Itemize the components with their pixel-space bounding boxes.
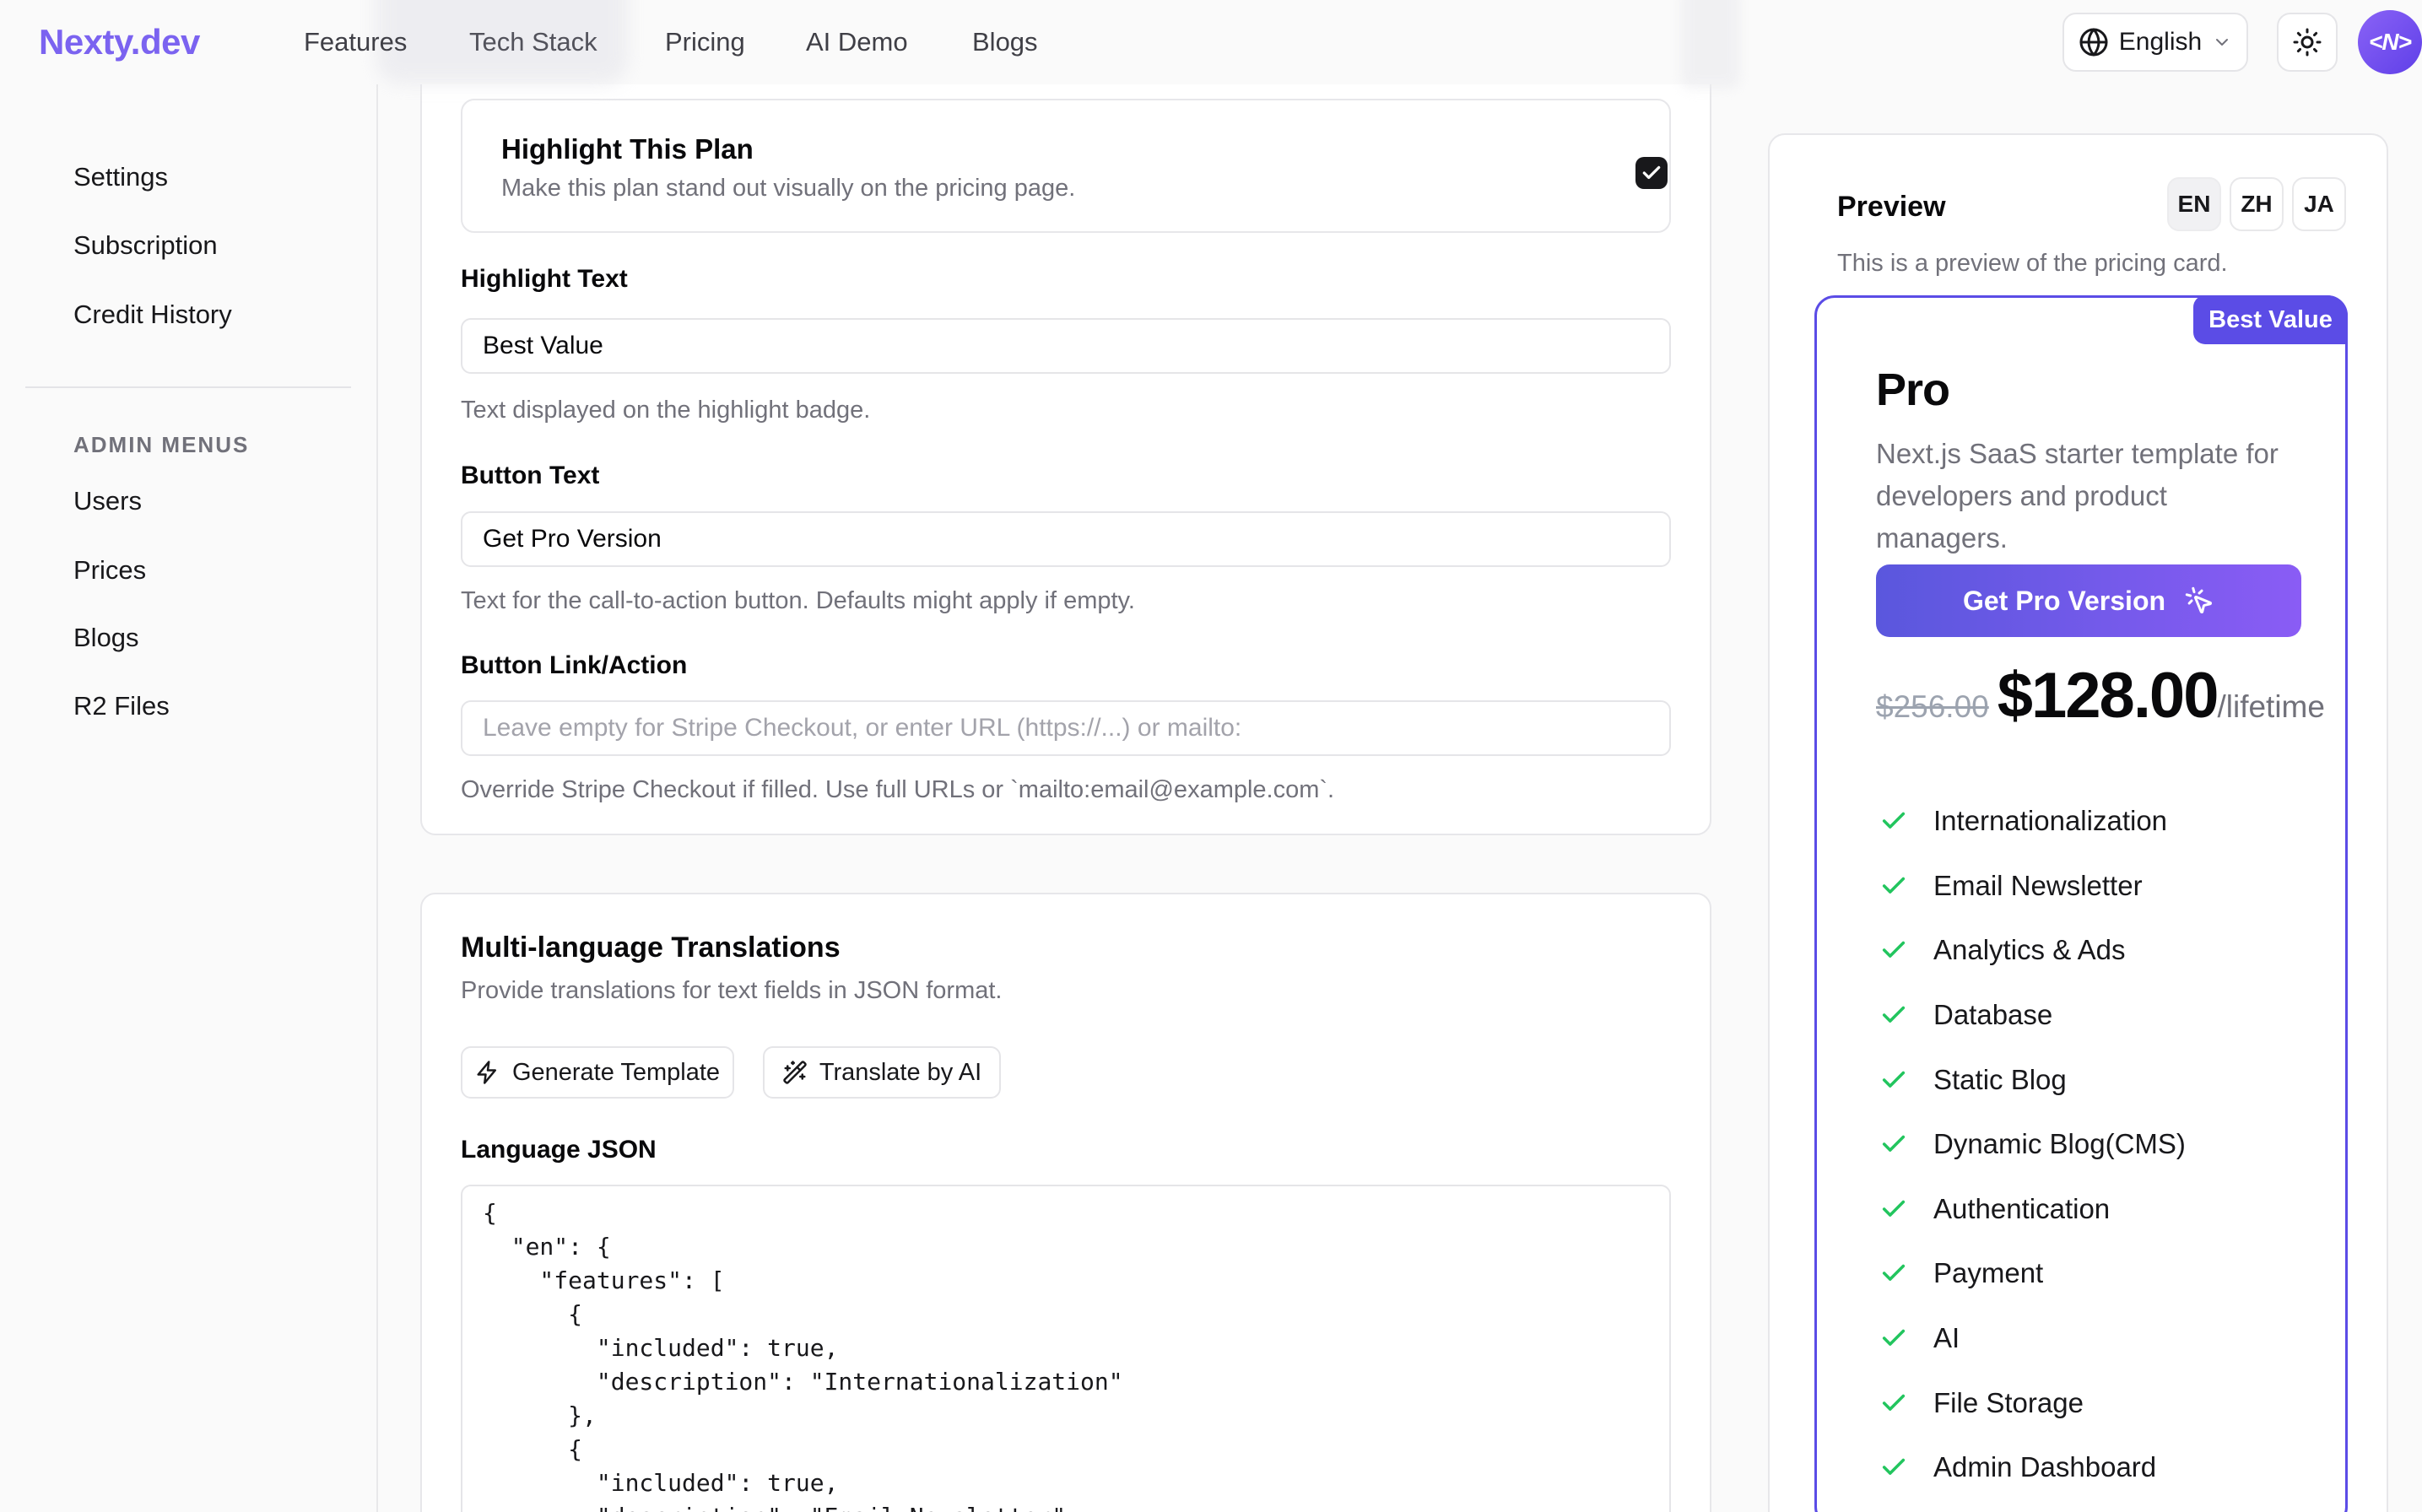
highlight-plan-title: Highlight This Plan	[501, 133, 754, 165]
feature-item: Email Newsletter	[1817, 854, 2350, 919]
sidebar-item-credit-history[interactable]: Credit History	[73, 300, 232, 330]
wand-sparkles-icon	[782, 1060, 808, 1085]
sun-icon	[2292, 27, 2322, 57]
button-link-helper: Override Stripe Checkout if filled. Use …	[461, 776, 1334, 804]
sidebar-item-blogs[interactable]: Blogs	[73, 623, 139, 653]
sidebar-item-prices[interactable]: Prices	[73, 555, 146, 586]
preview-subtitle: This is a preview of the pricing card.	[1837, 250, 2228, 278]
translations-title: Multi-language Translations	[461, 932, 841, 964]
check-icon	[1879, 1130, 1908, 1158]
current-price: $128.00	[1998, 659, 2218, 732]
feature-item: Admin Dashboard	[1817, 1435, 2350, 1500]
sidebar-item-r2-files[interactable]: R2 Files	[73, 691, 170, 721]
sidebar-section-divider	[25, 386, 351, 388]
sidebar-divider	[376, 84, 378, 1512]
cta-label: Get Pro Version	[1963, 586, 2165, 617]
preview-panel: Preview EN ZH JA This is a preview of th…	[1768, 133, 2388, 1512]
price-row: $256.00 $128.00 /lifetime	[1876, 659, 2325, 732]
plan-name: Pro	[1876, 364, 1949, 416]
feature-item: Internationalization	[1817, 789, 2350, 854]
check-icon	[1879, 872, 1908, 900]
button-text-helper: Text for the call-to-action button. Defa…	[461, 587, 1135, 615]
language-json-textarea[interactable]: { "en": { "features": [ { "included": tr…	[461, 1185, 1671, 1512]
feature-item: File Storage	[1817, 1370, 2350, 1435]
highlight-text-helper: Text displayed on the highlight badge.	[461, 397, 870, 424]
sidebar-item-users[interactable]: Users	[73, 486, 142, 516]
app-logo[interactable]: Nexty.dev	[39, 22, 200, 62]
button-text-input[interactable]	[461, 511, 1671, 567]
translate-by-ai-button[interactable]: Translate by AI	[763, 1046, 1001, 1099]
avatar-initials: <N>	[2369, 29, 2411, 56]
nav-item-pricing[interactable]: Pricing	[665, 27, 745, 57]
highlight-plan-description: Make this plan stand out visually on the…	[501, 175, 1075, 202]
scroll-backdrop	[1681, 0, 1740, 89]
check-icon	[1641, 162, 1662, 184]
feature-item: Dynamic Blog(CMS)	[1817, 1112, 2350, 1177]
feature-item: Static Blog	[1817, 1047, 2350, 1112]
preview-lang-zh[interactable]: ZH	[2230, 177, 2284, 231]
language-selector[interactable]: English	[2062, 13, 2248, 72]
highlight-plan-checkbox[interactable]	[1635, 157, 1668, 189]
check-icon	[1879, 1195, 1908, 1223]
nav-item-tech-stack[interactable]: Tech Stack	[469, 27, 597, 57]
nav-item-features[interactable]: Features	[304, 27, 407, 57]
translations-subtitle: Provide translations for text fields in …	[461, 977, 1002, 1005]
check-icon	[1879, 936, 1908, 964]
feature-item: Authentication	[1817, 1177, 2350, 1242]
original-price: $256.00	[1876, 689, 1989, 725]
price-suffix: /lifetime	[2217, 689, 2324, 725]
globe-icon	[2079, 27, 2109, 57]
language-label: English	[2119, 28, 2202, 57]
feature-item: Database	[1817, 983, 2350, 1048]
check-icon	[1879, 807, 1908, 835]
user-avatar[interactable]: <N>	[2358, 10, 2422, 74]
feature-item: Lifetime license	[1817, 1500, 2350, 1512]
check-icon	[1879, 1259, 1908, 1288]
preview-title: Preview	[1837, 191, 1946, 224]
generate-template-button[interactable]: Generate Template	[461, 1046, 734, 1099]
plan-description: Next.js SaaS starter template for develo…	[1876, 433, 2298, 559]
highlight-plan-row	[461, 99, 1671, 233]
check-icon	[1879, 1453, 1908, 1482]
pricing-card-preview: Best Value Pro Next.js SaaS starter temp…	[1814, 295, 2348, 1512]
lightning-icon	[475, 1060, 500, 1085]
translate-by-ai-label: Translate by AI	[819, 1059, 981, 1087]
cursor-click-icon	[2184, 586, 2214, 616]
check-icon	[1879, 1066, 1908, 1094]
button-text-label: Button Text	[461, 462, 599, 490]
check-icon	[1879, 1389, 1908, 1418]
generate-template-label: Generate Template	[512, 1059, 720, 1087]
preview-lang-ja[interactable]: JA	[2292, 177, 2346, 231]
feature-item: AI	[1817, 1306, 2350, 1371]
sidebar-item-subscription[interactable]: Subscription	[73, 230, 218, 261]
button-link-input[interactable]	[461, 700, 1671, 756]
nav-item-ai-demo[interactable]: AI Demo	[806, 27, 908, 57]
language-json-code: { "en": { "features": [ { "included": tr…	[462, 1186, 1669, 1512]
sidebar-item-settings[interactable]: Settings	[73, 162, 168, 192]
sidebar-admin-heading: ADMIN MENUS	[73, 432, 249, 458]
chevron-down-icon	[2212, 32, 2232, 52]
nav-item-blogs[interactable]: Blogs	[972, 27, 1038, 57]
highlight-text-input[interactable]	[461, 318, 1671, 374]
get-pro-version-button[interactable]: Get Pro Version	[1876, 564, 2301, 637]
button-link-label: Button Link/Action	[461, 651, 687, 680]
theme-toggle-button[interactable]	[2277, 13, 2338, 72]
preview-lang-en[interactable]: EN	[2167, 177, 2221, 231]
highlight-badge: Best Value	[2193, 295, 2348, 344]
feature-item: Payment	[1817, 1241, 2350, 1306]
check-icon	[1879, 1001, 1908, 1029]
feature-list: Internationalization Email Newsletter An…	[1817, 789, 2350, 1512]
check-icon	[1879, 1324, 1908, 1353]
language-json-label: Language JSON	[461, 1136, 657, 1164]
feature-item: Analytics & Ads	[1817, 918, 2350, 983]
highlight-text-label: Highlight Text	[461, 265, 628, 294]
